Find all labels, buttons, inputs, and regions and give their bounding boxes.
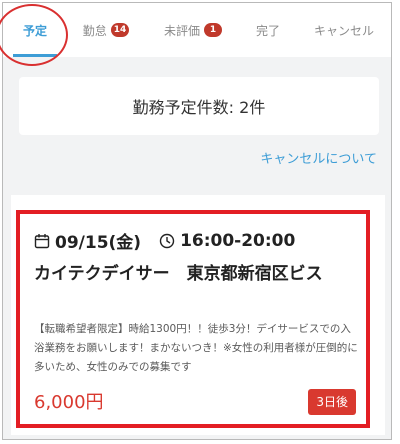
job-description: 【転職希望者限定】時給1300円！！徒歩3分！デイサービスでの入浴業務をお願いし… — [34, 323, 358, 373]
tab-cancelled-label: キャンセル — [313, 23, 374, 38]
calendar-icon — [34, 233, 50, 248]
job-date: 09/15(金) — [55, 233, 142, 253]
unrated-count-badge: 1 — [204, 23, 222, 37]
job-price: 6,000円 — [34, 392, 104, 413]
days-until-badge: 3日後 — [308, 389, 356, 415]
job-card[interactable]: 09/15(金) 16:00-20:00 カイテクデイサー 東京都新宿区ビス 【… — [16, 210, 370, 428]
tab-completed[interactable]: 完了 — [241, 3, 295, 57]
scheduled-count-text: 勤務予定件数: 2件 — [132, 98, 266, 117]
cancel-policy-link[interactable]: キャンセルについて — [260, 148, 377, 167]
tab-unrated[interactable]: 未評価 1 — [151, 3, 235, 57]
tab-schedule-label: 予定 — [22, 23, 47, 38]
tab-cancelled[interactable]: キャンセル — [301, 3, 387, 57]
tab-schedule[interactable]: 予定 — [7, 3, 63, 57]
tab-attendance-label: 勤怠 — [82, 23, 107, 38]
job-datetime-row: 09/15(金) 16:00-20:00 — [34, 228, 295, 253]
active-tab-indicator — [13, 54, 57, 57]
tab-attendance[interactable]: 勤怠 14 — [69, 3, 143, 57]
tab-unrated-label: 未評価 — [163, 23, 200, 38]
tab-completed-label: 完了 — [255, 23, 280, 38]
job-title: カイテクデイサー 東京都新宿区ビス — [34, 264, 323, 284]
attendance-count-badge: 14 — [110, 23, 130, 37]
scheduled-count-panel: 勤務予定件数: 2件 — [19, 77, 379, 135]
tab-bar: 予定 勤怠 14 未評価 1 完了 キャンセル — [3, 3, 391, 57]
job-time: 16:00-20:00 — [180, 230, 296, 251]
clock-icon — [159, 233, 175, 248]
